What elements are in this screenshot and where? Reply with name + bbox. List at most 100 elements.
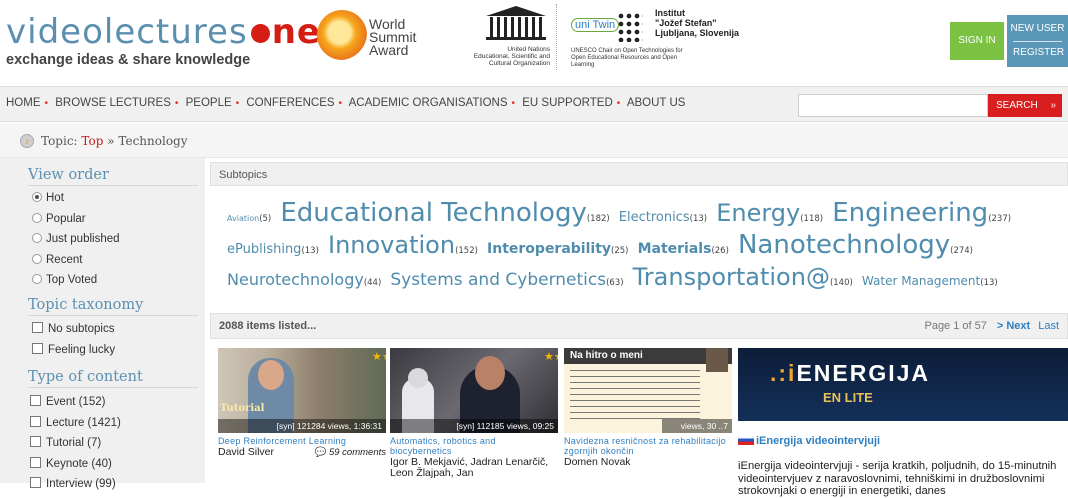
promo-card[interactable]: .:iENERGIJA EN LITE iEnergija videointer… [738,348,1068,498]
logo-name-left: videolecture [6,12,229,52]
subtopic-link[interactable]: Aviation(5) [227,206,271,225]
video-title[interactable]: Automatics, robotics and biocybernetics [390,436,558,456]
subtopic-count: (13) [301,246,319,256]
award-line: Award [369,42,409,58]
content-type-option[interactable]: Tutorial (7) [30,436,121,457]
search-arrows-icon: » [1050,100,1056,111]
content-type-option[interactable]: Lecture (1421) [30,415,121,437]
view-order-option[interactable]: Hot [32,192,120,213]
video-card[interactable]: Na hitro o meni views, 30 ..7 Navidezna … [564,348,732,468]
comments-count[interactable]: 💬 59 comments [314,447,386,458]
radio-selected-icon[interactable] [32,192,42,202]
checkbox-icon[interactable] [32,342,43,354]
rating-stars-icon: ★★★★ [372,351,386,363]
comment-bubble-icon: 💬 [314,447,327,458]
unesco-temple-icon [486,6,546,40]
subtopic-link[interactable]: Water Management(13) [862,270,998,289]
video-card[interactable]: ★★★★ [syn] 112185 views, 09:25 Automatic… [390,348,558,479]
promo-title[interactable]: iEnergija videointervjuji [738,435,1068,447]
subtopic-link[interactable]: ePublishing(13) [227,238,319,257]
video-author-row: David Silver 💬 59 comments [218,446,386,459]
energija-banner[interactable]: .:iENERGIJA EN LITE [738,348,1068,421]
logo-wordmark: videolecturesnet) [6,12,351,52]
banner-title: .:iENERGIJA [770,360,931,386]
nav-eu-supported[interactable]: EU SUPPORTED [522,97,613,109]
radio-icon[interactable] [32,274,42,284]
subtopic-link[interactable]: Energy(118) [716,200,824,226]
taxonomy-option[interactable]: No subtopics [32,322,115,343]
breadcrumb-current: Technology [118,134,188,148]
nav-browse-lectures[interactable]: BROWSE LECTURES [55,97,171,109]
last-page-link[interactable]: Last [1038,320,1059,332]
view-order-list: Hot Popular Just published Recent Top Vo… [32,192,120,295]
subtopic-count: (13) [980,278,998,288]
world-summit-award-logo[interactable]: World Summit Award [317,10,467,70]
subtopic-link[interactable]: Neurotechnology(44) [227,270,381,289]
view-order-option[interactable]: Just published [32,233,120,254]
topic-icon: ♪ [20,134,34,148]
video-author[interactable]: David Silver [218,446,274,458]
video-thumbnail[interactable]: Na hitro o meni views, 30 ..7 [564,348,732,433]
subtopics-header: Subtopics [210,162,1068,186]
radio-icon[interactable] [32,212,42,223]
checkbox-icon[interactable] [30,395,41,406]
video-author[interactable]: Domen Novak [564,457,732,468]
content-type-option[interactable]: Interview (99) [30,477,121,498]
view-order-option[interactable]: Recent [32,253,120,275]
taxonomy-option[interactable]: Feeling lucky [32,342,115,364]
subtopic-link[interactable]: Electronics(13) [619,206,707,225]
view-order-option[interactable]: Top Voted [32,274,120,295]
subtopic-link[interactable]: Transportation@(140) [633,264,853,290]
radio-icon[interactable] [32,233,42,243]
subtopic-link[interactable]: Educational Technology(182) [280,200,609,226]
subtopic-name: Innovation [328,231,456,259]
subtopic-link[interactable]: Engineering(237) [832,200,1011,226]
sidebar: View order Hot Popular Just published Re… [0,158,205,490]
content-type-option[interactable]: Keynote (40) [30,456,121,478]
nav-home[interactable]: HOME [6,97,41,109]
subtopic-link[interactable]: Systems and Cybernetics(63) [390,270,623,290]
register-button[interactable]: NEW USER REGISTER [1007,15,1068,67]
checkbox-icon[interactable] [30,415,41,427]
video-title[interactable]: Navidezna resničnost za rehabilitacijo z… [564,436,732,456]
next-page-link[interactable]: > Next [997,320,1030,332]
subtopic-name: Materials [637,241,712,257]
content-type-option[interactable]: Event (152) [30,395,121,416]
subtopic-name: Energy [716,199,801,227]
breadcrumb-top-link[interactable]: Top [81,134,103,148]
video-thumbnail[interactable]: ★★★★ [syn] 112185 views, 09:25 [390,348,558,433]
view-order-option[interactable]: Popular [32,212,120,234]
robot-head [408,368,428,388]
subtopic-name: Water Management [861,274,981,288]
search-button[interactable]: SEARCH » [988,94,1062,117]
nav-separator: • [338,98,343,109]
video-card[interactable]: Tutorial ★★★★ [syn] 121284 views, 1:36:3… [218,348,386,458]
sign-in-button[interactable]: SIGN IN [950,22,1004,60]
subtopic-name: Neurotechnology [227,270,364,289]
site-header: videolecturesnet) exchange ideas & share… [0,0,1068,86]
nav-conferences[interactable]: CONFERENCES [246,97,334,109]
subtopic-cloud: Aviation(5) Educational Technology(182) … [227,200,1067,296]
nav-academic-organisations[interactable]: ACADEMIC ORGANISATIONS [349,97,508,109]
video-thumbnail[interactable]: Tutorial ★★★★ [syn] 121284 views, 1:36:3… [218,348,386,433]
site-logo[interactable]: videolecturesnet) exchange ideas & share… [6,12,351,78]
subtopic-link[interactable]: Materials(26) [638,238,729,257]
award-text: World Summit Award [369,17,416,58]
nav-about-us[interactable]: ABOUT US [627,97,686,109]
subtopic-link[interactable]: Innovation(152) [328,232,478,258]
subtopic-link[interactable]: Interoperability(25) [487,238,628,257]
checkbox-icon[interactable] [30,436,41,447]
nav-people[interactable]: PEOPLE [186,97,232,109]
radio-icon[interactable] [32,253,42,264]
logo-tagline: exchange ideas & share knowledge [6,52,251,68]
video-author[interactable]: Igor B. Mekjavić, Jadran Lenarčič, Leon … [390,457,558,479]
subtopic-link[interactable]: Nanotechnology(274) [738,232,973,258]
video-title[interactable]: Deep Reinforcement Learning [218,436,386,446]
search-input[interactable] [798,94,988,117]
checkbox-icon[interactable] [32,322,43,333]
unitwin-logo[interactable]: uni Twin Institut "Jožef Stefan" Ljubljana… [556,4,746,70]
checkbox-icon[interactable] [30,456,41,468]
subtopic-count: (118) [800,214,824,224]
tutorial-label: Tutorial [220,403,265,414]
unesco-logo[interactable]: United Nations Educational, Scientific a… [472,6,550,72]
